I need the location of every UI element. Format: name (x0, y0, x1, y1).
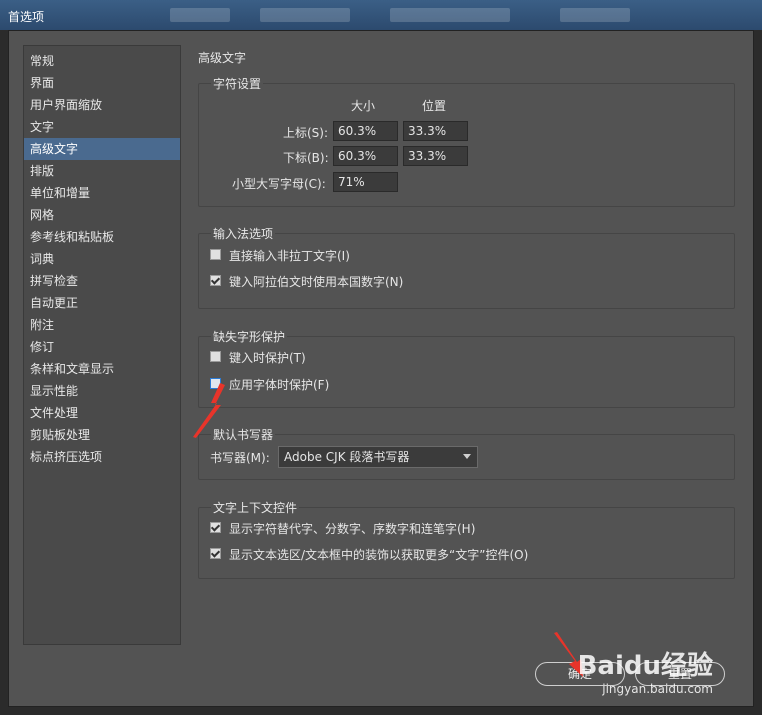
ime-legend: 输入法选项 (211, 225, 276, 242)
sidebar-item[interactable]: 显示性能 (24, 380, 180, 402)
sidebar-item[interactable]: 文字 (24, 116, 180, 138)
native-digits-checkbox[interactable] (210, 275, 221, 286)
sidebar-item[interactable]: 自动更正 (24, 292, 180, 314)
sidebar-item[interactable]: 条样和文章显示 (24, 358, 180, 380)
protect-on-font-apply-label[interactable]: 应用字体时保护(F) (229, 376, 329, 393)
native-digits-label[interactable]: 键入阿拉伯文时使用本国数字(N) (229, 273, 403, 290)
annotation-arrow-icon (193, 383, 225, 438)
watermark-brand: Baidu经验 (577, 651, 713, 681)
missing-glyph-legend: 缺失字形保护 (211, 328, 288, 345)
show-adornment-checkbox[interactable] (210, 548, 221, 559)
sidebar-item[interactable]: 用户界面缩放 (24, 94, 180, 116)
default-composer-group: 默认书写器 书写器(M): Adobe CJK 段落书写器 (198, 426, 735, 480)
subscript-size-field[interactable]: 60.3% (333, 146, 398, 166)
sidebar-item[interactable]: 拼写检查 (24, 270, 180, 292)
window-title: 首选项 (8, 10, 45, 24)
missing-glyph-group: 缺失字形保护 键入时保护(T) 应用字体时保护(F) (198, 328, 735, 408)
composer-select[interactable]: Adobe CJK 段落书写器 (278, 446, 478, 468)
subscript-position-field[interactable]: 33.3% (403, 146, 468, 166)
blurred-taskbar-region (260, 8, 350, 22)
sidebar-item[interactable]: 参考线和粘贴板 (24, 226, 180, 248)
sidebar-item[interactable]: 词典 (24, 248, 180, 270)
chevron-down-icon (463, 454, 471, 459)
sidebar-item[interactable]: 常规 (24, 50, 180, 72)
superscript-label: 上标(S): (283, 126, 329, 140)
subscript-label: 下标(B): (283, 151, 329, 165)
page-title: 高级文字 (198, 51, 247, 65)
protect-on-typing-checkbox[interactable] (210, 351, 221, 362)
superscript-position-field[interactable]: 33.3% (403, 121, 468, 141)
sidebar-item[interactable]: 剪贴板处理 (24, 424, 180, 446)
char-settings-group: 字符设置 大小 位置 上标(S): 60.3% 33.3% 下标(B): 60.… (198, 75, 735, 207)
context-controls-legend: 文字上下文控件 (211, 499, 300, 516)
protect-on-typing-label[interactable]: 键入时保护(T) (229, 349, 306, 366)
sidebar-item[interactable]: 单位和增量 (24, 182, 180, 204)
blurred-taskbar-region (560, 8, 630, 22)
blurred-taskbar-region (170, 8, 230, 22)
composer-label: 书写器(M): (210, 451, 270, 465)
sidebar-item[interactable]: 排版 (24, 160, 180, 182)
context-controls-group: 文字上下文控件 显示字符替代字、分数字、序数字和连笔字(H) 显示文本选区/文本… (198, 499, 735, 579)
sidebar: 常规 界面 用户界面缩放 文字 高级文字 排版 单位和增量 网格 参考线和粘贴板 词典 拼写检查 自动… (23, 45, 181, 645)
col-size-header: 大小 (351, 99, 376, 113)
char-settings-legend: 字符设置 (211, 75, 264, 92)
ime-options-group: 输入法选项 直接输入非拉丁文字(I) 键入阿拉伯文时使用本国数字(N) (198, 225, 735, 309)
sidebar-item[interactable]: 网格 (24, 204, 180, 226)
show-alternates-checkbox[interactable] (210, 522, 221, 533)
smallcaps-label: 小型大写字母(C): (232, 177, 326, 191)
smallcaps-field[interactable]: 71% (333, 172, 398, 192)
preferences-dialog: 常规 界面 用户界面缩放 文字 高级文字 排版 单位和增量 网格 参考线和粘贴板 词典 拼写检查 自动… (8, 30, 754, 707)
blurred-taskbar-region (390, 8, 510, 22)
sidebar-item[interactable]: 界面 (24, 72, 180, 94)
sidebar-item[interactable]: 修订 (24, 336, 180, 358)
title-bar: 首选项 (0, 0, 762, 30)
sidebar-item[interactable]: 附注 (24, 314, 180, 336)
sidebar-item[interactable]: 高级文字 (24, 138, 180, 160)
direct-input-checkbox[interactable] (210, 249, 221, 260)
watermark: Baidu经验 jingyan.baidu.com (578, 645, 713, 696)
direct-input-label[interactable]: 直接输入非拉丁文字(I) (229, 247, 350, 264)
sidebar-item[interactable]: 文件处理 (24, 402, 180, 424)
show-adornment-label[interactable]: 显示文本选区/文本框中的装饰以获取更多“文字”控件(O) (229, 546, 528, 563)
show-alternates-label[interactable]: 显示字符替代字、分数字、序数字和连笔字(H) (229, 520, 475, 537)
watermark-url: jingyan.baidu.com (602, 682, 713, 696)
col-position-header: 位置 (422, 99, 447, 113)
composer-select-value: Adobe CJK 段落书写器 (284, 450, 410, 464)
sidebar-item[interactable]: 标点挤压选项 (24, 446, 180, 468)
superscript-size-field[interactable]: 60.3% (333, 121, 398, 141)
